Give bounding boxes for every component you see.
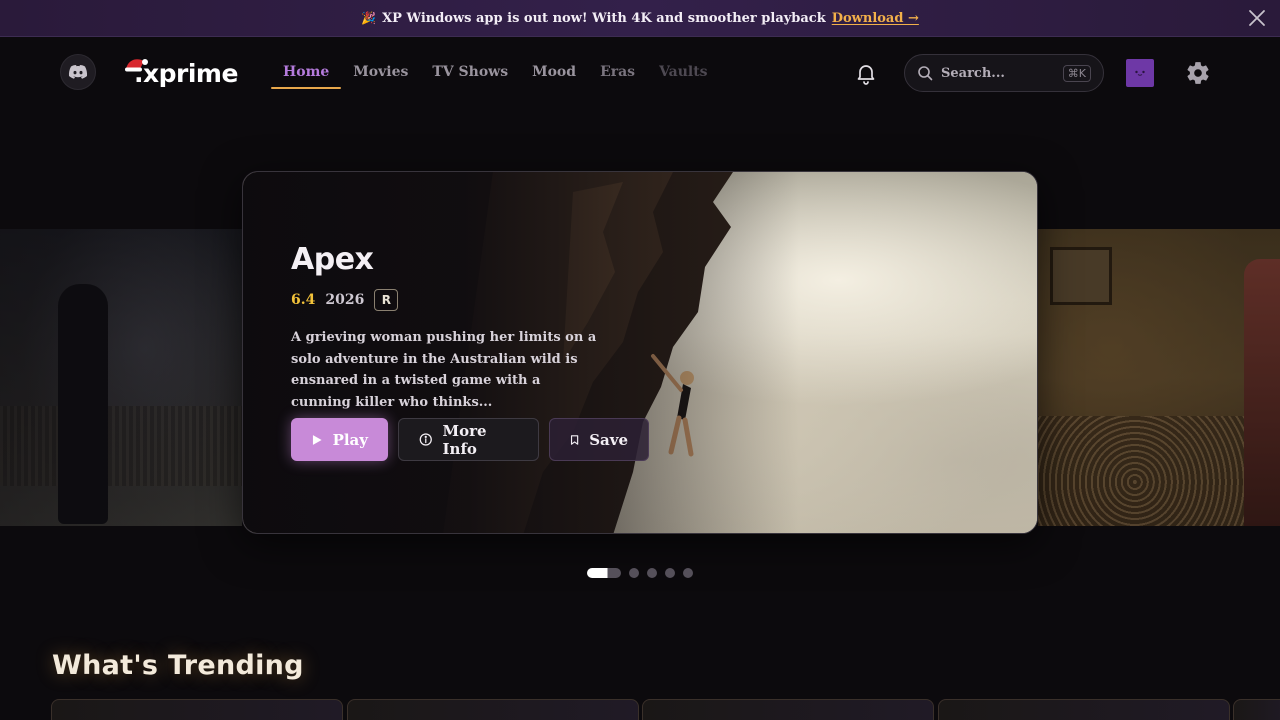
close-icon[interactable] [1248,9,1266,27]
play-icon [312,434,322,445]
hero-actions: Play More Info Save [291,418,649,461]
hero-year: 2026 [325,292,365,308]
next-slide-preview[interactable] [1038,229,1280,526]
santa-hat-icon [125,59,148,87]
info-icon [419,433,432,446]
nav-mood[interactable]: Mood [520,55,588,89]
nav-home[interactable]: Home [271,55,342,89]
play-button-label: Play [332,430,368,449]
hero-content: Apex 6.4 2026 R A grieving woman pushing… [291,242,611,413]
hero-description: A grieving woman pushing her limits on a… [291,330,597,410]
nav-links: Home Movies TV Shows Mood Eras Vaults [271,55,720,89]
nav-vaults[interactable]: Vaults [647,55,720,89]
logo[interactable]: .xprime [125,57,238,89]
avatar[interactable] [1126,59,1154,87]
download-link[interactable]: Download → [832,11,919,26]
nav-eras[interactable]: Eras [588,55,647,89]
trending-card[interactable] [1233,699,1280,720]
carousel-dot-3[interactable] [647,568,657,578]
trending-section-title: What's Trending [52,650,304,681]
top-nav: .xprime Home Movies TV Shows Mood Eras V… [0,37,1280,109]
save-button-label: Save [589,430,628,449]
trending-card[interactable] [938,699,1230,720]
announcement-message: XP Windows app is out now! With 4K and s… [382,10,826,26]
hero-featured-card: Apex 6.4 2026 R A grieving woman pushing… [242,171,1038,534]
announcement-bar: 🎉 XP Windows app is out now! With 4K and… [0,0,1280,37]
carousel-pagination [587,568,693,578]
bell-icon[interactable] [854,61,878,85]
discord-icon [68,65,88,79]
trending-card[interactable] [51,699,343,720]
play-button[interactable]: Play [291,418,388,461]
previous-slide-preview[interactable] [0,229,242,526]
carousel-dot-4[interactable] [665,568,675,578]
discord-button[interactable] [60,54,96,90]
carousel-dot-2[interactable] [629,568,639,578]
search-shortcut-badge: ⌘K [1062,64,1091,82]
search-placeholder: Search... [941,65,1005,81]
carousel-dot-5[interactable] [683,568,693,578]
more-info-button-label: More Info [442,421,487,458]
hero-meta: 6.4 2026 R [291,289,611,311]
slide-dim-overlay [1038,229,1280,526]
party-popper-icon: 🎉 [361,11,377,25]
carousel-dot-1[interactable] [587,568,621,578]
trending-card[interactable] [642,699,934,720]
search-input[interactable]: Search... ⌘K [904,54,1104,92]
slide-dim-overlay [0,229,242,526]
hero-certification-badge: R [374,289,399,311]
gear-icon[interactable] [1185,60,1211,86]
nav-tv-shows[interactable]: TV Shows [420,55,520,89]
avatar-face-icon [1135,70,1145,76]
trending-card[interactable] [347,699,639,720]
nav-movies[interactable]: Movies [341,55,420,89]
more-info-button[interactable]: More Info [398,418,539,461]
search-icon [918,66,933,81]
hero-title: Apex [291,242,374,277]
bookmark-icon [570,434,579,445]
hero-rating: 6.4 [291,292,316,308]
save-button[interactable]: Save [549,418,649,461]
